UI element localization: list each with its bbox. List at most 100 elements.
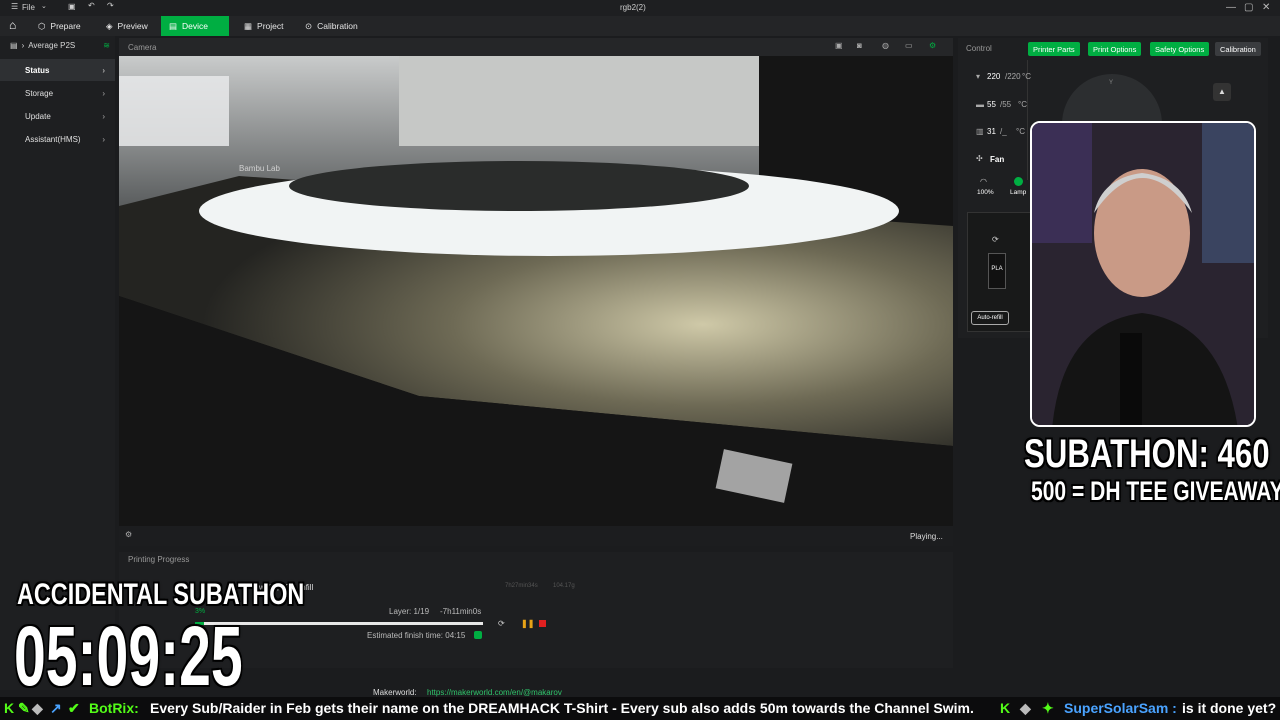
tab-preview[interactable]: ◈ Preview	[98, 16, 156, 36]
fan-icon: ✣	[976, 154, 983, 163]
close-icon[interactable]: ✕	[1262, 2, 1270, 13]
fan-label: Fan	[990, 155, 1005, 164]
save-icon[interactable]: ▣	[68, 2, 76, 11]
makerworld-label: Makerworld:	[373, 688, 417, 697]
bed-icon: ▬	[976, 100, 984, 109]
time-estimate: 7h27min34s	[505, 583, 538, 589]
chevron-right-icon: ›	[21, 41, 25, 50]
camera-feed: Bambu Lab	[119, 56, 953, 526]
camera-brand-text: Bambu Lab	[239, 164, 280, 173]
window-title: rgb2(2)	[620, 3, 646, 12]
camera-image: Bambu Lab	[119, 56, 953, 526]
printer-icon: ▤	[10, 41, 18, 50]
bed-temp[interactable]: 55	[987, 100, 996, 109]
print-options-button[interactable]: Print Options	[1088, 42, 1142, 56]
user-icon[interactable]: ◍	[882, 41, 889, 50]
badge-icon: ✎	[18, 700, 30, 716]
filament-type: PLA	[991, 266, 1003, 272]
chevron-right-icon: ›	[102, 134, 105, 144]
redo-icon[interactable]: ↷	[107, 1, 114, 10]
tab-project[interactable]: ▦ Project	[236, 16, 292, 36]
ticker-message: Every Sub/Raider in Feb gets their name …	[150, 700, 974, 716]
chamber-temp[interactable]: 31	[987, 127, 996, 136]
subathon-timer: 05:09:25	[14, 609, 243, 703]
wifi-icon: ≋	[103, 41, 110, 50]
kick-icon: K	[1000, 700, 1011, 716]
file-menu[interactable]: File	[22, 3, 35, 12]
weight: 104.17g	[553, 583, 575, 589]
safety-options-button[interactable]: Safety Options	[1150, 42, 1210, 56]
maximize-icon[interactable]: ▢	[1244, 2, 1253, 13]
printer-selector[interactable]: ▤ › Average P2S ≋	[10, 41, 110, 50]
webcam-overlay	[1030, 121, 1256, 427]
chevron-right-icon: ›	[102, 88, 105, 98]
video-icon[interactable]: ▭	[905, 41, 913, 50]
cube-icon: ⬡	[38, 20, 46, 31]
bed-unit: °C	[1018, 100, 1027, 109]
printer-parts-button[interactable]: Printer Parts	[1028, 42, 1080, 56]
camera-settings-icon[interactable]: ⚙	[125, 530, 132, 539]
tab-device[interactable]: ▤ Device	[161, 16, 229, 36]
nozzle-temp[interactable]: 220	[987, 72, 1000, 81]
auto-refill-button[interactable]: Auto-refill	[971, 311, 1009, 325]
camera-footer: ⚙ Playing...	[119, 526, 953, 546]
undo-icon[interactable]: ↶	[88, 1, 95, 10]
record-icon[interactable]: ◙	[857, 41, 862, 50]
filament-slot[interactable]: PLA	[988, 253, 1006, 289]
webcam-image	[1032, 123, 1254, 425]
tab-calibration[interactable]: ⊙ Calibration	[297, 16, 366, 36]
lamp-icon[interactable]	[1014, 177, 1023, 186]
refresh-icon[interactable]: ⟳	[498, 619, 505, 628]
jog-y-label: Y	[1109, 80, 1114, 86]
verified-icon: ✔	[68, 700, 80, 716]
calibration-icon: ⊙	[305, 20, 313, 31]
chevron-right-icon: ›	[102, 111, 105, 121]
nozzle-target: /220	[1005, 72, 1021, 81]
kick-icon: K	[4, 700, 15, 716]
chevron-right-icon: ›	[102, 65, 105, 75]
sidebar-item-storage[interactable]: Storage ›	[0, 82, 115, 104]
ams-panel: ⟳ PLA Auto-refill	[967, 212, 1037, 332]
top-nav: ⌂ ⬡ Prepare ◈ Preview ▤ Device ▦ Project ⊙ Ca…	[0, 16, 1280, 36]
chevron-down-icon[interactable]: ⌄	[41, 2, 47, 10]
chamber-unit: °C	[1016, 127, 1025, 136]
pause-icon[interactable]: ❚❚	[521, 619, 534, 628]
makerworld-link[interactable]: https://makerworld.com/en/@makarov	[427, 688, 562, 697]
chamber-target: /_	[1000, 127, 1007, 136]
fan-speed: 100%	[977, 189, 994, 196]
accidental-subathon-title: ACCIDENTAL SUBATHON	[17, 578, 305, 611]
camera-title: Camera	[128, 43, 157, 52]
nozzle-unit: °C	[1022, 72, 1031, 81]
up-arrow-button[interactable]: ▲	[1213, 83, 1231, 101]
menu-icon[interactable]: ☰	[11, 2, 18, 11]
timelapse-icon[interactable]: ▣	[835, 41, 843, 50]
ticker-user-name: SuperSolarSam :	[1064, 700, 1177, 716]
fan-speed-icon[interactable]: ◠	[980, 177, 987, 186]
remaining-time: -7h11min0s	[440, 607, 482, 616]
sidebar-item-update[interactable]: Update ›	[0, 105, 115, 127]
refresh-icon[interactable]: ⟳	[992, 235, 999, 244]
ticker-bot-name: BotRix:	[89, 700, 139, 716]
boost-icon: ↗	[50, 700, 62, 716]
sidebar-item-hms[interactable]: Assistant(HMS) ›	[0, 128, 115, 150]
ticker-user-message: is it done yet?	[1182, 700, 1277, 716]
camera-header: Camera ▣ ◙ ◍ ▭ ⚙	[119, 38, 953, 56]
progress-title: Printing Progress	[128, 555, 190, 564]
tab-prepare[interactable]: ⬡ Prepare	[30, 16, 89, 36]
stop-icon[interactable]	[539, 620, 546, 627]
layer-info: Layer: 1/19	[389, 607, 430, 616]
moderator-icon: ◆	[1020, 700, 1031, 716]
bot-icon: ◆	[32, 700, 43, 716]
sidebar-item-status[interactable]: Status ›	[0, 59, 115, 81]
finish-time: Estimated finish time: 04:15	[367, 631, 466, 640]
chat-ticker: K ✎ ◆ ↗ ✔ BotRix: Every Sub/Raider in Fe…	[0, 697, 1280, 720]
lamp-label: Lamp	[1010, 189, 1027, 196]
minimize-icon[interactable]: —	[1226, 2, 1236, 13]
nozzle-icon: ▾	[976, 72, 981, 81]
preview-icon: ◈	[106, 20, 113, 31]
title-bar: ☰ File ⌄ ▣ ↶ ↷ rgb2(2) — ▢ ✕	[0, 0, 1280, 16]
finish-badge-icon	[474, 631, 482, 639]
settings-icon[interactable]: ⚙	[929, 41, 936, 50]
home-icon[interactable]: ⌂	[9, 18, 16, 32]
calibration-button[interactable]: Calibration	[1215, 42, 1261, 56]
